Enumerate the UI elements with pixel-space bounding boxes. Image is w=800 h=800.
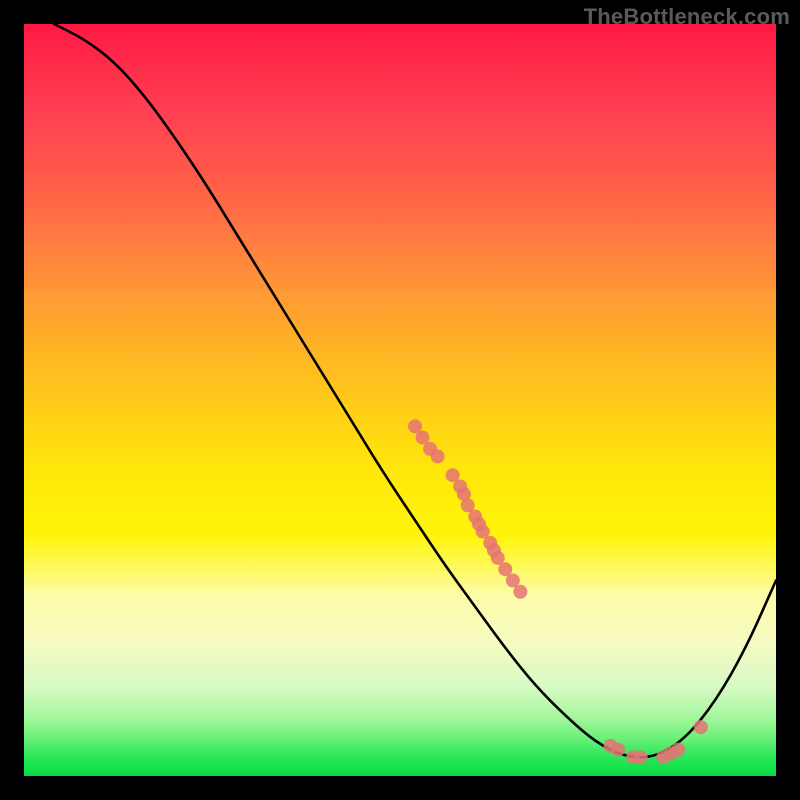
curve-line (54, 24, 776, 757)
scatter-point (513, 585, 527, 599)
scatter-point (671, 743, 685, 757)
chart-container: TheBottleneck.com (0, 0, 800, 800)
scatter-point (634, 750, 648, 764)
scatter-point (431, 449, 445, 463)
scatter-point (611, 743, 625, 757)
scatter-point (694, 720, 708, 734)
chart-svg (24, 24, 776, 776)
plot-area (24, 24, 776, 776)
scatter-markers (408, 419, 708, 764)
